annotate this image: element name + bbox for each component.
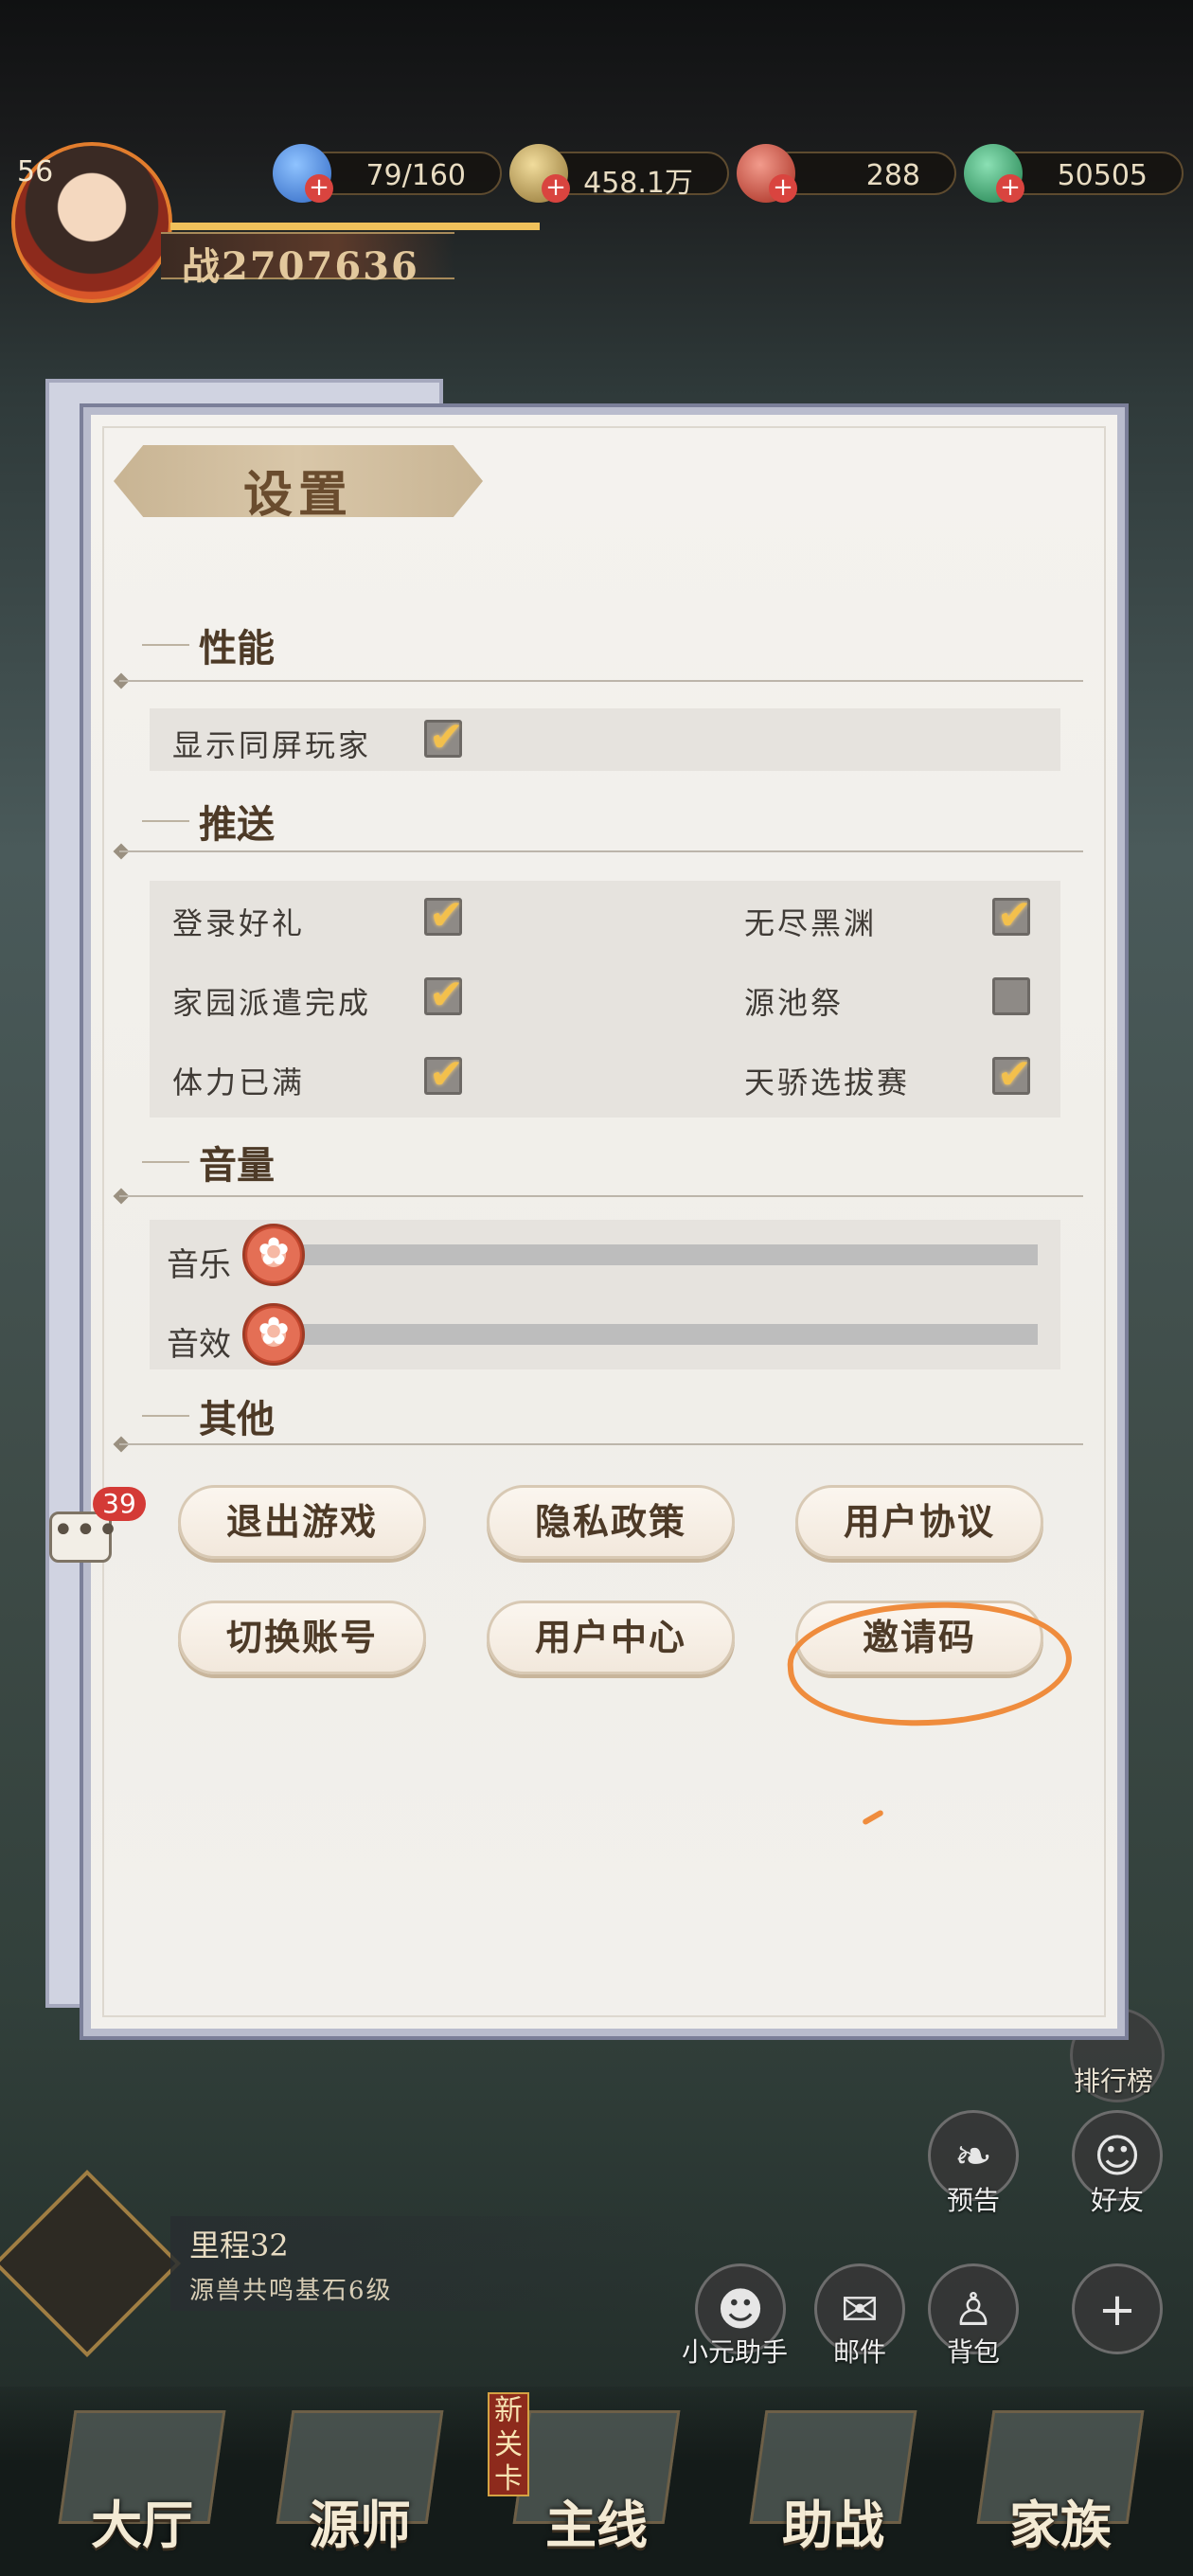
checkbox-stamina-full[interactable] (424, 1050, 464, 1099)
nav-tab-lobby[interactable]: 大厅 (38, 2391, 246, 2562)
mail-icon: ✉ (840, 2283, 880, 2336)
checkbox-endless-abyss[interactable] (992, 891, 1032, 939)
add-stamina-icon[interactable]: + (305, 174, 333, 203)
nav-tab-source-master[interactable]: 源师 (256, 2391, 464, 2562)
coins-value: 458.1万 (583, 167, 693, 200)
music-volume-knob[interactable] (242, 1224, 305, 1286)
bag-label: 背包 (947, 2336, 1001, 2368)
section-divider (119, 1195, 1083, 1197)
option-label-show-players: 显示同屏玩家 (172, 727, 372, 763)
resource-bar: 56 + 79/160 + 458.1万 + 288 + 50505 (0, 142, 1193, 227)
option-label-stamina-full: 体力已满 (172, 1064, 306, 1100)
combat-power: 战2707636 (161, 232, 454, 289)
checkbox-home-dispatch[interactable] (424, 971, 464, 1019)
add-gems-icon[interactable]: + (769, 174, 797, 203)
settings-title-banner: 设置 (114, 445, 483, 517)
music-volume-label: 音乐 (167, 1246, 231, 1284)
ranking-label: 排行榜 (1074, 2066, 1154, 2097)
option-label-home-dispatch: 家园派遣完成 (172, 985, 372, 1021)
user-agreement-button[interactable]: 用户协议 (795, 1485, 1043, 1559)
nav-tab-label: 助战 (782, 2495, 884, 2555)
quest-icon[interactable] (0, 2170, 181, 2357)
nav-tab-label: 源师 (309, 2495, 411, 2555)
sfx-volume-track[interactable] (280, 1324, 1038, 1345)
option-label-tianjiao-contest: 天骄选拔赛 (744, 1064, 911, 1100)
checkbox-source-pool[interactable] (992, 977, 1030, 1015)
section-volume-heading: 音量 (142, 1135, 275, 1190)
gems-value: 288 (865, 159, 920, 192)
mail-label: 邮件 (833, 2336, 887, 2368)
checkbox-show-players[interactable] (424, 713, 464, 761)
stamina-value: 79/160 (365, 159, 466, 192)
section-push-heading: 推送 (142, 794, 275, 849)
option-label-endless-abyss: 无尽黑渊 (744, 905, 878, 941)
nav-tab-label: 家族 (1009, 2495, 1112, 2555)
checkbox-tianjiao-contest[interactable] (992, 1050, 1032, 1099)
nav-tab-clan[interactable]: 家族 (956, 2391, 1165, 2562)
friends-icon: ☺ (1093, 2130, 1142, 2183)
resource-stamina[interactable]: + 79/160 (273, 144, 502, 203)
add-jade-icon[interactable]: + (996, 174, 1024, 203)
section-performance-heading: 性能 (142, 617, 275, 672)
sfx-volume-label: 音效 (167, 1326, 231, 1364)
scroll-icon: ❧ (953, 2130, 993, 2183)
nav-tab-assist-battle[interactable]: 助战 (729, 2391, 937, 2562)
user-center-button[interactable]: 用户中心 (487, 1601, 735, 1674)
expand-menu-button[interactable]: + (1072, 2263, 1163, 2354)
resource-gems[interactable]: + 288 (737, 144, 956, 203)
section-divider (119, 850, 1083, 852)
option-label-source-pool: 源池祭 (744, 985, 845, 1021)
new-stage-tag: 新关卡 (488, 2392, 529, 2496)
preview-label: 预告 (947, 2185, 1001, 2216)
friends-label: 好友 (1091, 2185, 1145, 2216)
checkbox-login-gift[interactable] (424, 891, 464, 939)
resource-jade[interactable]: + 50505 (964, 144, 1184, 203)
plus-icon: + (1097, 2283, 1137, 2336)
chat-unread-badge: 39 (93, 1487, 146, 1521)
nav-tab-label: 大厅 (91, 2495, 193, 2555)
privacy-policy-button[interactable]: 隐私政策 (487, 1485, 735, 1559)
player-level: 56 (17, 155, 54, 188)
option-label-login-gift: 登录好礼 (172, 905, 306, 941)
section-divider (119, 1443, 1083, 1445)
jade-value: 50505 (1057, 159, 1148, 192)
quest-title: 里程32 (189, 2227, 289, 2263)
combat-power-value: 战2707636 (182, 244, 419, 289)
bag-icon: ♙ (953, 2283, 994, 2336)
resource-coins[interactable]: + 458.1万 (509, 144, 729, 203)
settings-title: 设置 (242, 466, 353, 524)
experience-bar (170, 223, 540, 230)
quest-description: 源兽共鸣基石6级 (189, 2277, 393, 2305)
assistant-icon: ☻ (716, 2283, 765, 2336)
switch-account-button[interactable]: 切换账号 (178, 1601, 426, 1674)
music-volume-track[interactable] (280, 1244, 1038, 1265)
exit-game-button[interactable]: 退出游戏 (178, 1485, 426, 1559)
section-divider (119, 680, 1083, 682)
assistant-label: 小元助手 (682, 2336, 789, 2368)
sfx-volume-knob[interactable] (242, 1303, 305, 1366)
add-coins-icon[interactable]: + (542, 174, 570, 203)
section-other-heading: 其他 (142, 1388, 275, 1443)
